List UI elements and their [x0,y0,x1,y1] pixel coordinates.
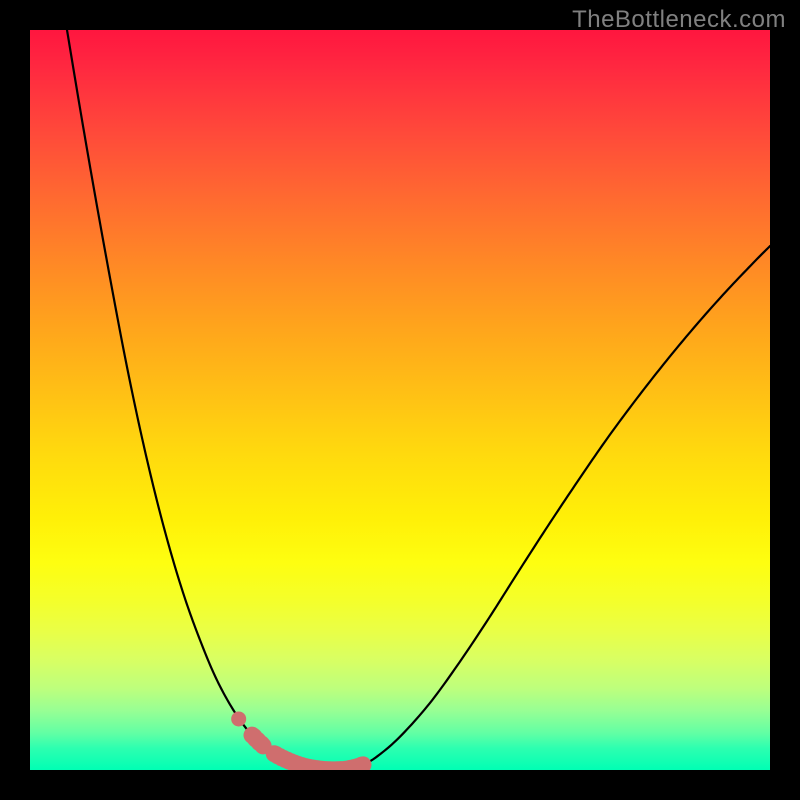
watermark-text: TheBottleneck.com [572,6,786,34]
plot-area [30,30,770,770]
chart-frame: TheBottleneck.com [0,0,800,800]
bottleneck-curve [67,30,770,770]
highlighted-markers [231,711,363,769]
chart-svg [30,30,770,770]
marker-segment [252,735,263,746]
marker-segment [274,754,363,770]
marker-dot [231,711,246,726]
